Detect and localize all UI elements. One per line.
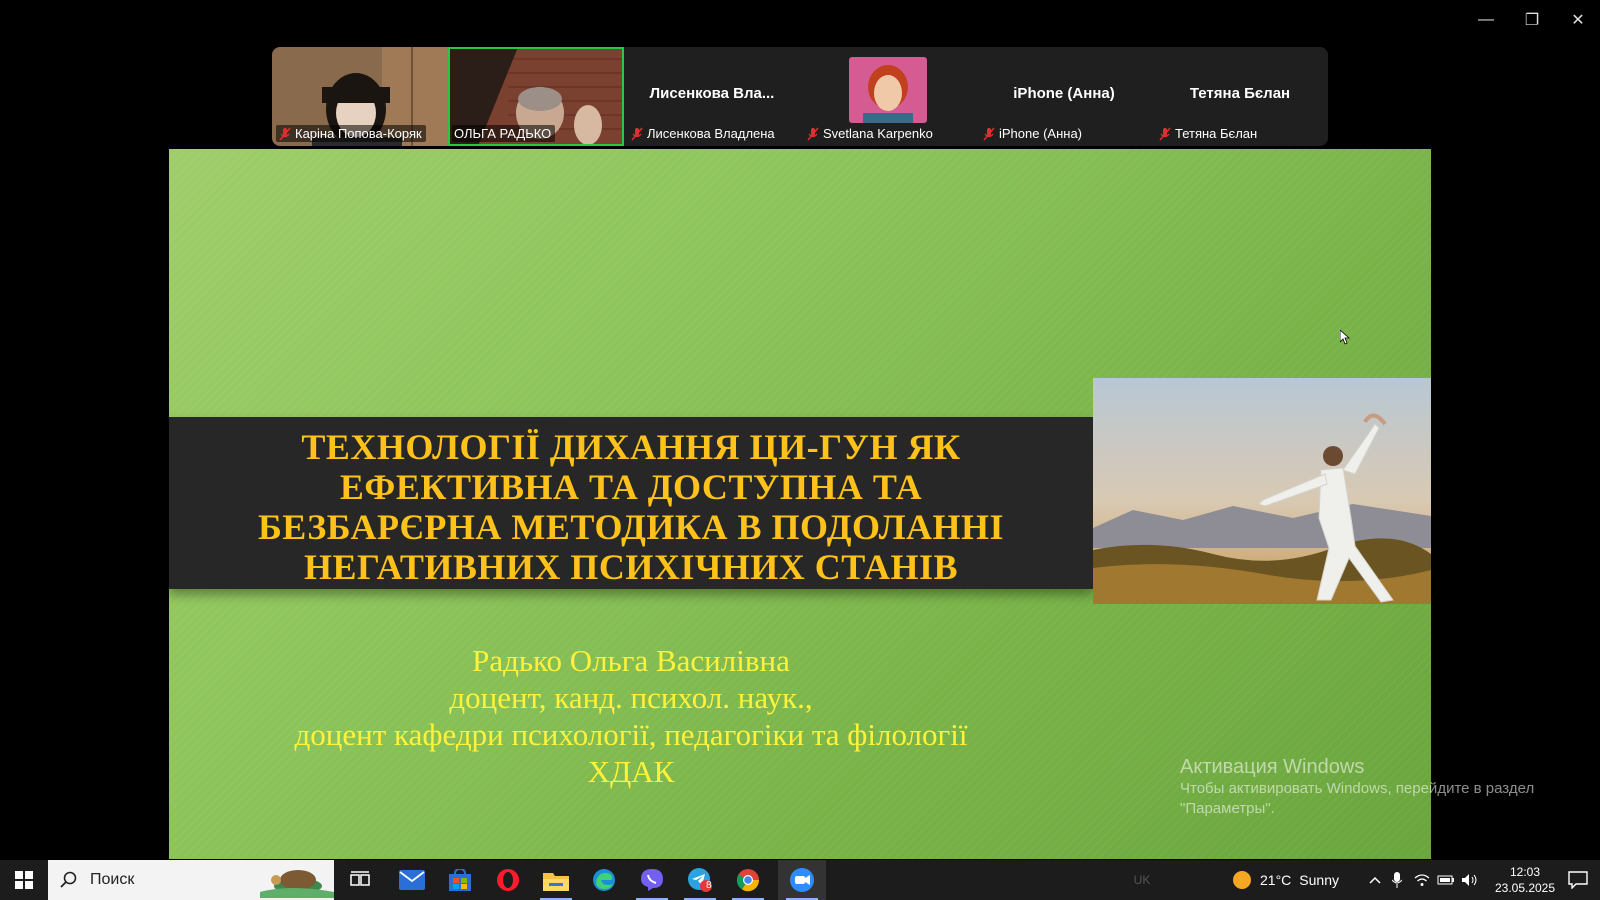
participant-tile[interactable]: Тетяна Бєлан Тетяна Бєлан xyxy=(1152,47,1328,146)
start-button[interactable] xyxy=(0,860,48,900)
slide-title-line: ЕФЕКТИВНА ТА ДОСТУПНА ТА xyxy=(339,467,923,507)
telegram-app-button[interactable]: 8 xyxy=(676,860,724,900)
show-hidden-icons-button[interactable] xyxy=(1364,860,1386,900)
sun-icon xyxy=(1233,871,1251,889)
windows-activation-watermark: Активация Windows Чтобы активировать Win… xyxy=(1180,756,1534,819)
mic-muted-icon xyxy=(807,127,819,140)
participant-name-label: Лисенкова Владлена xyxy=(628,125,779,142)
participant-tile[interactable]: Лисенкова Вла... Лисенкова Владлена xyxy=(624,47,800,146)
slide-title-line: НЕГАТИВНИХ ПСИХІЧНИХ СТАНІВ xyxy=(303,547,959,587)
notification-center-icon xyxy=(1568,871,1588,889)
participant-display-name: iPhone (Анна) xyxy=(1013,85,1115,102)
clock[interactable]: 12:03 23.05.2025 xyxy=(1490,860,1560,900)
microphone-tray-button[interactable] xyxy=(1386,860,1408,900)
mic-muted-icon xyxy=(1159,127,1171,140)
author-institution: ХДАК xyxy=(587,754,675,789)
minimize-button[interactable]: — xyxy=(1466,6,1506,34)
participant-tile-active[interactable]: ОЛЬГА РАДЬКО xyxy=(448,47,624,146)
store-app-button[interactable] xyxy=(436,860,484,900)
restore-button[interactable]: ❐ xyxy=(1512,6,1552,34)
mouse-cursor-icon xyxy=(1340,330,1350,345)
weather-temperature: 21°C xyxy=(1260,872,1292,888)
opera-icon xyxy=(497,869,519,891)
zoom-icon xyxy=(790,868,814,892)
author-position: доцент кафедри психології, педагогіки та… xyxy=(294,717,968,752)
participant-tile[interactable]: Каріна Попова-Коряк xyxy=(272,47,448,146)
task-view-icon xyxy=(350,871,370,886)
search-icon xyxy=(60,871,77,888)
network-tray-button[interactable] xyxy=(1410,860,1434,900)
author-degree: доцент, канд. психол. наук., xyxy=(449,680,813,715)
speaker-icon xyxy=(1462,874,1477,886)
slide-title-line: БЕЗБАРЄРНА МЕТОДИКА В ПОДОЛАННІ xyxy=(257,507,1005,547)
participant-name-label: Svetlana Karpenko xyxy=(804,125,937,142)
clock-date: 23.05.2025 xyxy=(1494,881,1556,895)
battery-tray-button[interactable] xyxy=(1434,860,1458,900)
shared-slide: ТЕХНОЛОГІЇ ДИХАННЯ ЦИ-ГУН ЯК ЕФЕКТИВНА Т… xyxy=(169,149,1431,859)
wifi-icon xyxy=(1414,874,1430,886)
task-view-button[interactable] xyxy=(340,860,380,900)
opera-app-button[interactable] xyxy=(484,860,532,900)
taskbar-search[interactable]: Поиск xyxy=(48,860,334,900)
chrome-app-button[interactable] xyxy=(724,860,772,900)
watermark-line: Чтобы активировать Windows, перейдите в … xyxy=(1180,780,1535,797)
viber-icon xyxy=(641,869,663,891)
telegram-unread-badge: 8 xyxy=(706,880,712,891)
watermark-line: "Параметры". xyxy=(1180,800,1275,817)
microphone-icon xyxy=(1392,872,1402,888)
edge-icon xyxy=(593,869,615,891)
search-placeholder: Поиск xyxy=(90,871,135,888)
mic-muted-icon xyxy=(279,127,291,140)
store-icon xyxy=(449,869,471,891)
viber-app-button[interactable] xyxy=(628,860,676,900)
mail-app-button[interactable] xyxy=(388,860,436,900)
zoom-app-button[interactable] xyxy=(778,860,826,900)
chevron-up-icon xyxy=(1369,876,1381,884)
close-button[interactable]: ✕ xyxy=(1558,6,1598,34)
start-icon xyxy=(15,871,33,889)
search-highlight-turtle-icon xyxy=(260,870,334,898)
participant-display-name: Тетяна Бєлан xyxy=(1189,85,1291,102)
clock-time: 12:03 xyxy=(1509,865,1541,879)
volume-tray-button[interactable] xyxy=(1458,860,1482,900)
participant-name-label: ОЛЬГА РАДЬКО xyxy=(452,125,556,142)
explorer-icon xyxy=(543,873,569,891)
participant-avatar xyxy=(849,57,927,123)
notifications-button[interactable] xyxy=(1560,860,1596,900)
battery-icon xyxy=(1437,875,1454,885)
participant-name-label: iPhone (Анна) xyxy=(980,125,1086,142)
taskbar: Поиск 8 UK 21°C Sunny 12:03 23.05.2025 xyxy=(0,860,1600,900)
language-indicator[interactable]: UK xyxy=(1124,860,1160,900)
slide-title-line: ТЕХНОЛОГІЇ ДИХАННЯ ЦИ-ГУН ЯК xyxy=(301,427,961,467)
weather-condition: Sunny xyxy=(1299,872,1339,888)
mic-muted-icon xyxy=(631,127,643,140)
participant-tile[interactable]: iPhone (Анна) iPhone (Анна) xyxy=(976,47,1152,146)
watermark-heading: Активация Windows xyxy=(1180,756,1365,778)
slide-photo xyxy=(1093,378,1431,604)
slide-title-band: ТЕХНОЛОГІЇ ДИХАННЯ ЦИ-ГУН ЯК ЕФЕКТИВНА Т… xyxy=(169,417,1093,589)
participant-strip: Каріна Попова-Коряк ОЛЬГА РАДЬКО Лисенко… xyxy=(272,47,1328,146)
participant-tile[interactable]: Svetlana Karpenko xyxy=(800,47,976,146)
mail-icon xyxy=(399,870,425,890)
participant-name-label: Тетяна Бєлан xyxy=(1156,125,1261,142)
participant-name-label: Каріна Попова-Коряк xyxy=(276,125,426,142)
participant-display-name: Лисенкова Вла... xyxy=(649,85,775,102)
mic-muted-icon xyxy=(983,127,995,140)
author-name: Радько Ольга Василівна xyxy=(472,643,790,678)
slide-title: ТЕХНОЛОГІЇ ДИХАННЯ ЦИ-ГУН ЯК ЕФЕКТИВНА Т… xyxy=(169,427,1093,587)
file-explorer-button[interactable] xyxy=(532,860,580,900)
edge-app-button[interactable] xyxy=(580,860,628,900)
chrome-icon xyxy=(736,869,760,892)
